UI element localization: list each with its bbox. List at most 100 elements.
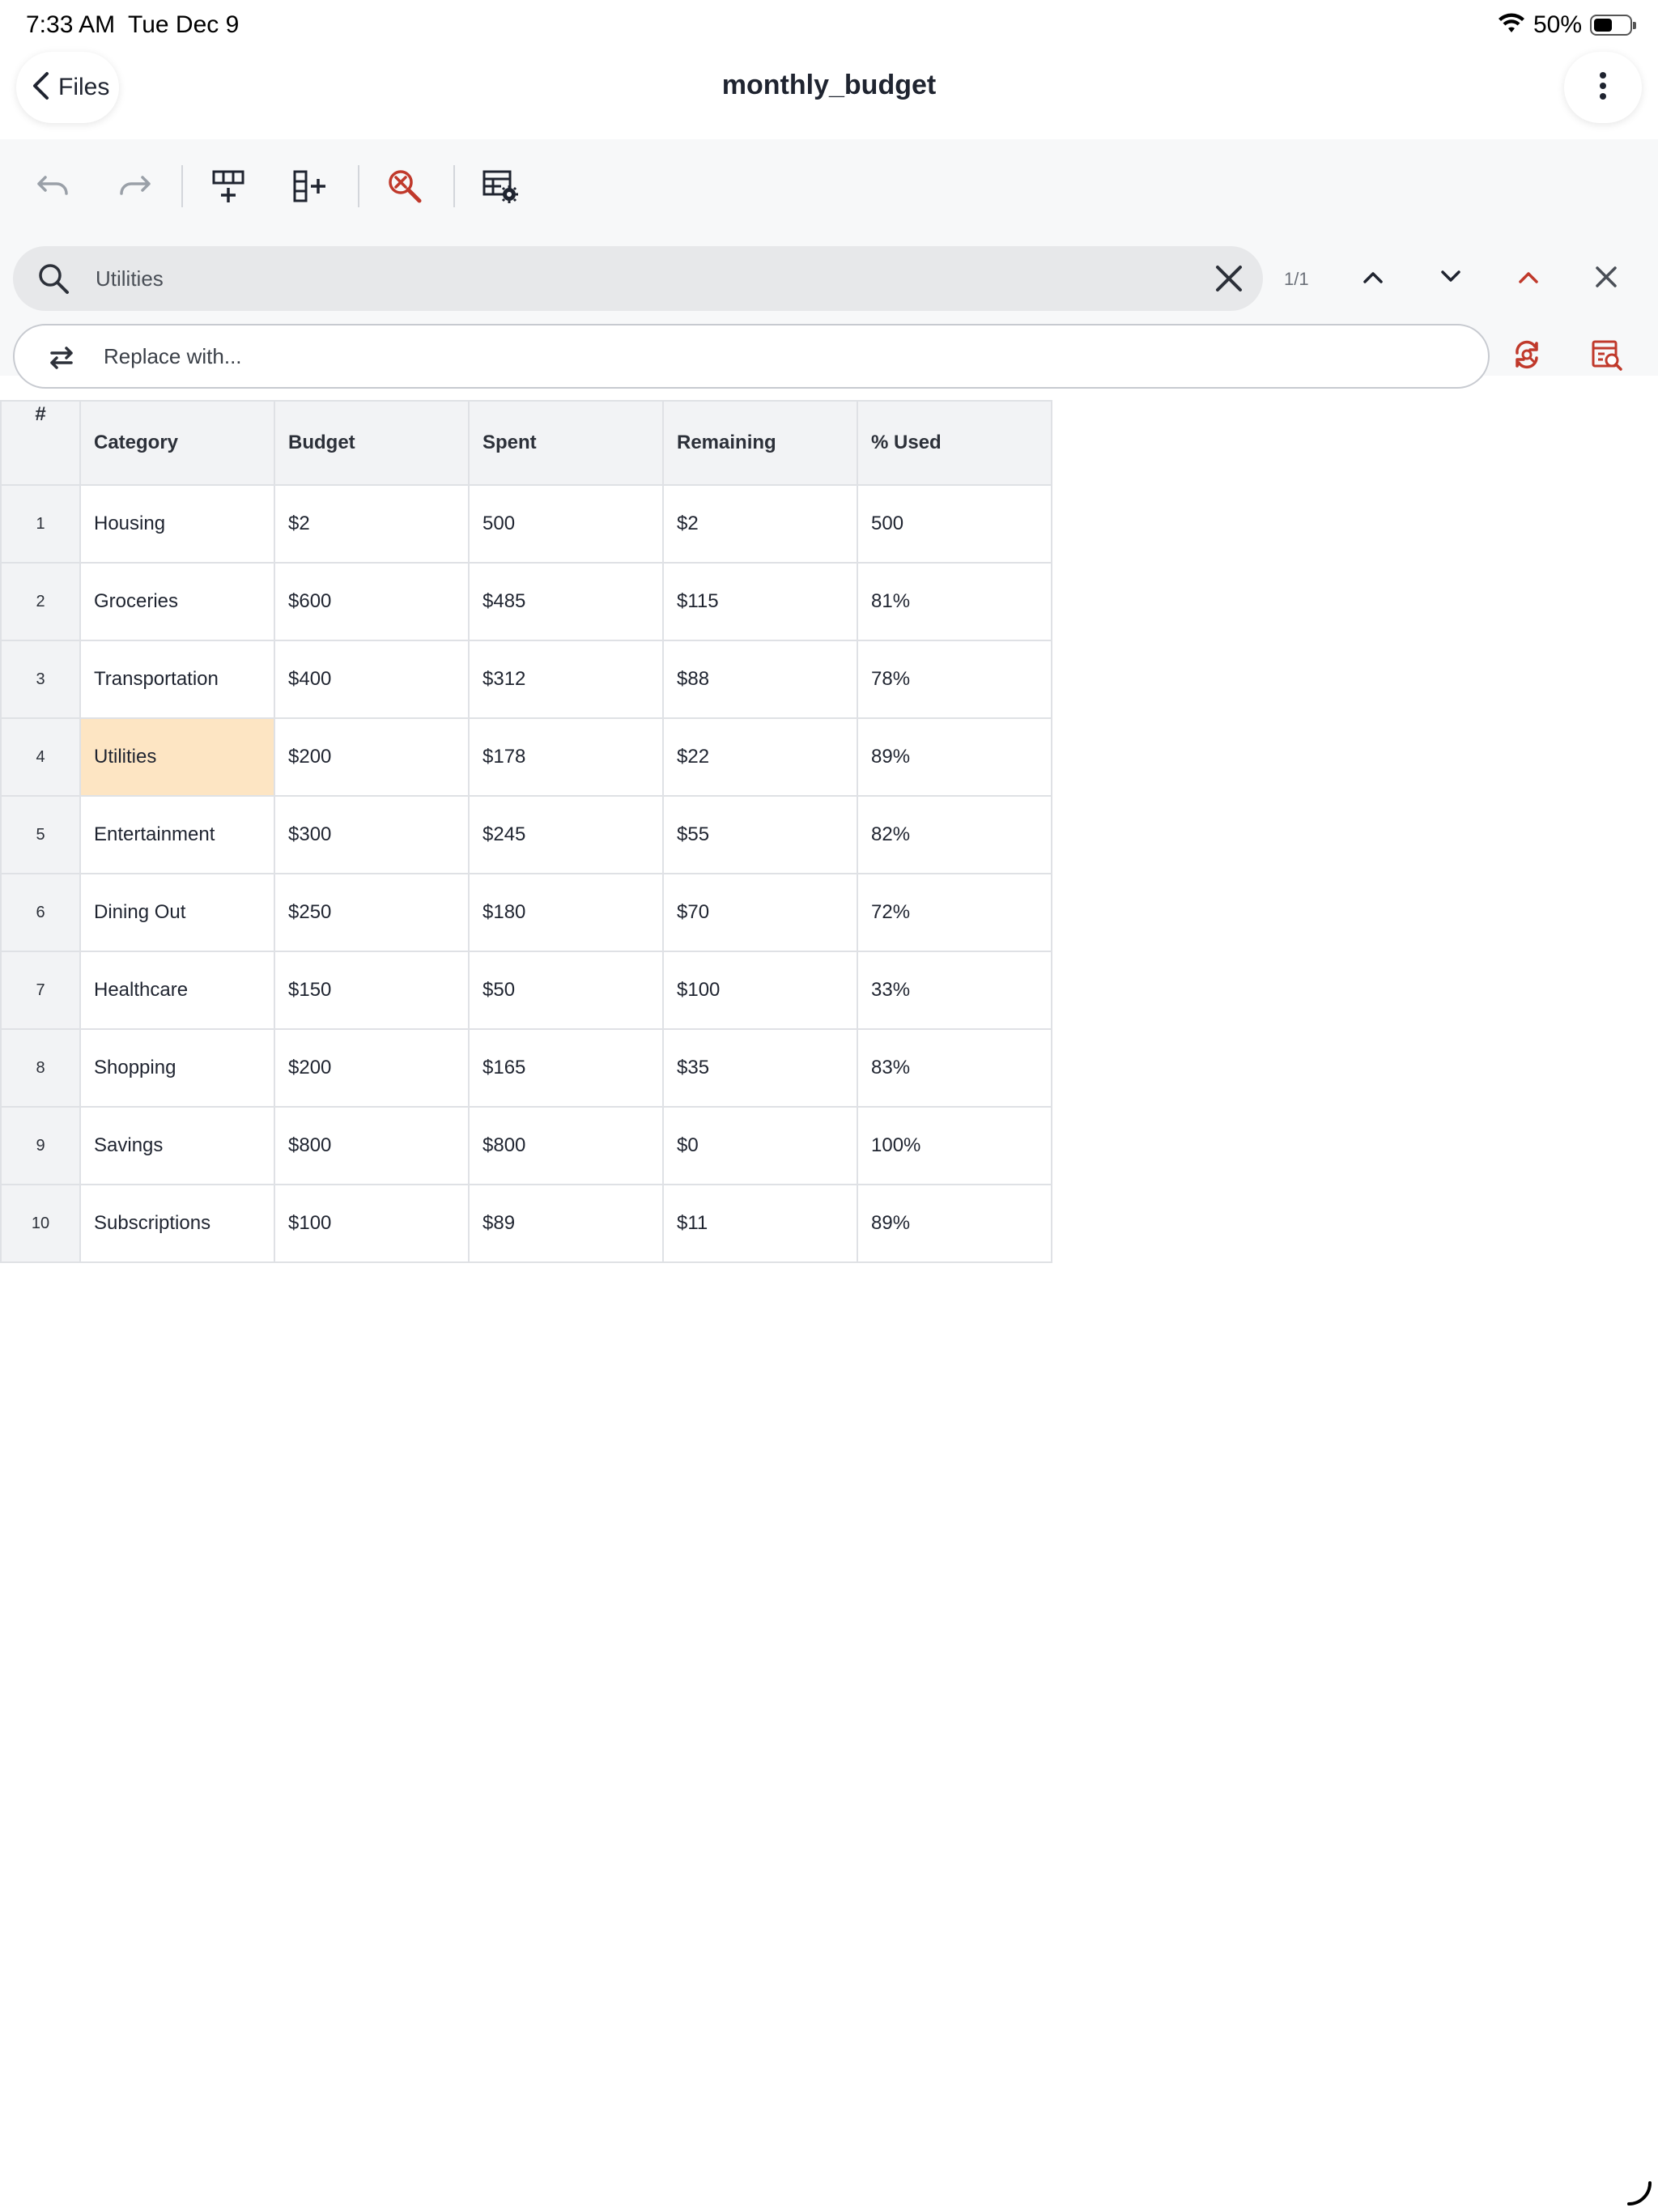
replace-input[interactable] bbox=[104, 325, 1464, 387]
table-cell[interactable]: 83% bbox=[857, 1028, 1052, 1108]
table-cell[interactable]: $150 bbox=[274, 951, 470, 1030]
column-header[interactable]: % Used bbox=[857, 400, 1052, 486]
table-cell[interactable]: $22 bbox=[662, 717, 858, 797]
table-row: 4 Utilities $200 $178 $22 89% bbox=[0, 717, 1052, 797]
table-cell[interactable]: 500 bbox=[857, 484, 1052, 564]
tool-row bbox=[0, 139, 1658, 236]
table-cell[interactable]: $178 bbox=[468, 717, 664, 797]
table-cell[interactable]: $400 bbox=[274, 640, 470, 719]
table-cell[interactable]: 72% bbox=[857, 873, 1052, 952]
table-cell[interactable]: Housing bbox=[79, 484, 275, 564]
clear-search-button[interactable] bbox=[379, 162, 431, 214]
table-cell[interactable]: $800 bbox=[274, 1106, 470, 1185]
next-match-button[interactable] bbox=[1428, 256, 1473, 301]
table-cell[interactable]: $50 bbox=[468, 951, 664, 1030]
insert-row-button[interactable] bbox=[202, 162, 254, 214]
toolbar-divider bbox=[453, 165, 455, 207]
resize-handle-icon[interactable] bbox=[1624, 2178, 1653, 2207]
table-cell[interactable]: $2 bbox=[662, 484, 858, 564]
column-header[interactable]: Spent bbox=[468, 400, 664, 486]
table-cell[interactable]: $165 bbox=[468, 1028, 664, 1108]
table-cell[interactable]: 82% bbox=[857, 795, 1052, 874]
column-header[interactable]: Category bbox=[79, 400, 275, 486]
row-number[interactable]: 2 bbox=[0, 562, 81, 641]
table-cell[interactable]: $485 bbox=[468, 562, 664, 641]
row-number[interactable]: 8 bbox=[0, 1028, 81, 1108]
redo-button[interactable] bbox=[108, 162, 160, 214]
table-cell[interactable]: 100% bbox=[857, 1106, 1052, 1185]
previous-match-button[interactable] bbox=[1350, 256, 1396, 301]
table-cell[interactable]: Dining Out bbox=[79, 873, 275, 952]
table-row: 9 Savings $800 $800 $0 100% bbox=[0, 1106, 1052, 1185]
table-cell[interactable]: $55 bbox=[662, 795, 858, 874]
table-row: 10 Subscriptions $100 $89 $11 89% bbox=[0, 1184, 1052, 1263]
table-cell[interactable]: $180 bbox=[468, 873, 664, 952]
table-cell[interactable]: Subscriptions bbox=[79, 1184, 275, 1263]
row-number[interactable]: 7 bbox=[0, 951, 81, 1030]
toolbar-divider bbox=[358, 165, 359, 207]
undo-button[interactable] bbox=[28, 162, 79, 214]
row-number[interactable]: 4 bbox=[0, 717, 81, 797]
row-number[interactable]: 3 bbox=[0, 640, 81, 719]
table-cell[interactable]: 89% bbox=[857, 1184, 1052, 1263]
clear-query-button[interactable] bbox=[1213, 262, 1245, 295]
column-header[interactable]: Remaining bbox=[662, 400, 858, 486]
close-find-button[interactable] bbox=[1584, 256, 1629, 301]
column-header[interactable]: Budget bbox=[274, 400, 470, 486]
table-cell[interactable]: Healthcare bbox=[79, 951, 275, 1030]
table-cell[interactable]: $250 bbox=[274, 873, 470, 952]
table-cell[interactable]: Transportation bbox=[79, 640, 275, 719]
table-cell[interactable]: $200 bbox=[274, 717, 470, 797]
table-cell[interactable]: 89% bbox=[857, 717, 1052, 797]
row-number[interactable]: 9 bbox=[0, 1106, 81, 1185]
more-options-button[interactable] bbox=[1564, 52, 1642, 123]
table-cell[interactable]: $115 bbox=[662, 562, 858, 641]
table-row: 7 Healthcare $150 $50 $100 33% bbox=[0, 951, 1052, 1030]
table-row: 2 Groceries $600 $485 $115 81% bbox=[0, 562, 1052, 641]
replace-all-button[interactable] bbox=[1584, 334, 1629, 379]
table-cell[interactable]: $200 bbox=[274, 1028, 470, 1108]
table-cell[interactable]: 500 bbox=[468, 484, 664, 564]
table-cell[interactable]: 78% bbox=[857, 640, 1052, 719]
table-cell[interactable]: $2 bbox=[274, 484, 470, 564]
search-input[interactable] bbox=[96, 246, 1180, 311]
table-cell[interactable]: $100 bbox=[274, 1184, 470, 1263]
header-row: # Category Budget Spent Remaining % Used bbox=[0, 400, 1052, 486]
search-match-cell[interactable]: Utilities bbox=[79, 717, 275, 797]
row-number[interactable]: 6 bbox=[0, 873, 81, 952]
table-cell[interactable]: $300 bbox=[274, 795, 470, 874]
row-number[interactable]: 10 bbox=[0, 1184, 81, 1263]
table-cell[interactable]: $800 bbox=[468, 1106, 664, 1185]
table-cell[interactable]: $11 bbox=[662, 1184, 858, 1263]
find-bar bbox=[13, 246, 1263, 311]
table-cell[interactable]: $245 bbox=[468, 795, 664, 874]
table-cell[interactable]: $88 bbox=[662, 640, 858, 719]
insert-column-button[interactable] bbox=[283, 162, 335, 214]
table-cell[interactable]: $35 bbox=[662, 1028, 858, 1108]
chevron-down-icon bbox=[1440, 270, 1461, 288]
table-cell[interactable]: $89 bbox=[468, 1184, 664, 1263]
table-settings-button[interactable] bbox=[474, 162, 526, 214]
table-cell[interactable]: $70 bbox=[662, 873, 858, 952]
swap-icon bbox=[45, 342, 78, 374]
status-bar: 7:33 AM Tue Dec 9 50% bbox=[0, 0, 1658, 52]
table-cell[interactable]: $600 bbox=[274, 562, 470, 641]
row-number[interactable]: 1 bbox=[0, 484, 81, 564]
table-cell[interactable]: Groceries bbox=[79, 562, 275, 641]
row-number[interactable]: 5 bbox=[0, 795, 81, 874]
status-indicators: 50% bbox=[1498, 11, 1636, 39]
table-cell[interactable]: $100 bbox=[662, 951, 858, 1030]
table-cell[interactable]: Savings bbox=[79, 1106, 275, 1185]
table-cell[interactable]: $0 bbox=[662, 1106, 858, 1185]
replace-button[interactable] bbox=[1506, 334, 1551, 379]
table-cell[interactable]: $312 bbox=[468, 640, 664, 719]
corner-cell[interactable]: # bbox=[0, 400, 81, 486]
table-cell[interactable]: 81% bbox=[857, 562, 1052, 641]
match-count: 1/1 bbox=[1284, 269, 1309, 289]
spreadsheet-grid: # Category Budget Spent Remaining % Used… bbox=[0, 400, 1052, 1263]
table-cell[interactable]: 33% bbox=[857, 951, 1052, 1030]
toggle-replace-button[interactable] bbox=[1506, 256, 1551, 301]
editor-toolbar: 1/1 bbox=[0, 139, 1658, 389]
table-cell[interactable]: Shopping bbox=[79, 1028, 275, 1108]
table-cell[interactable]: Entertainment bbox=[79, 795, 275, 874]
